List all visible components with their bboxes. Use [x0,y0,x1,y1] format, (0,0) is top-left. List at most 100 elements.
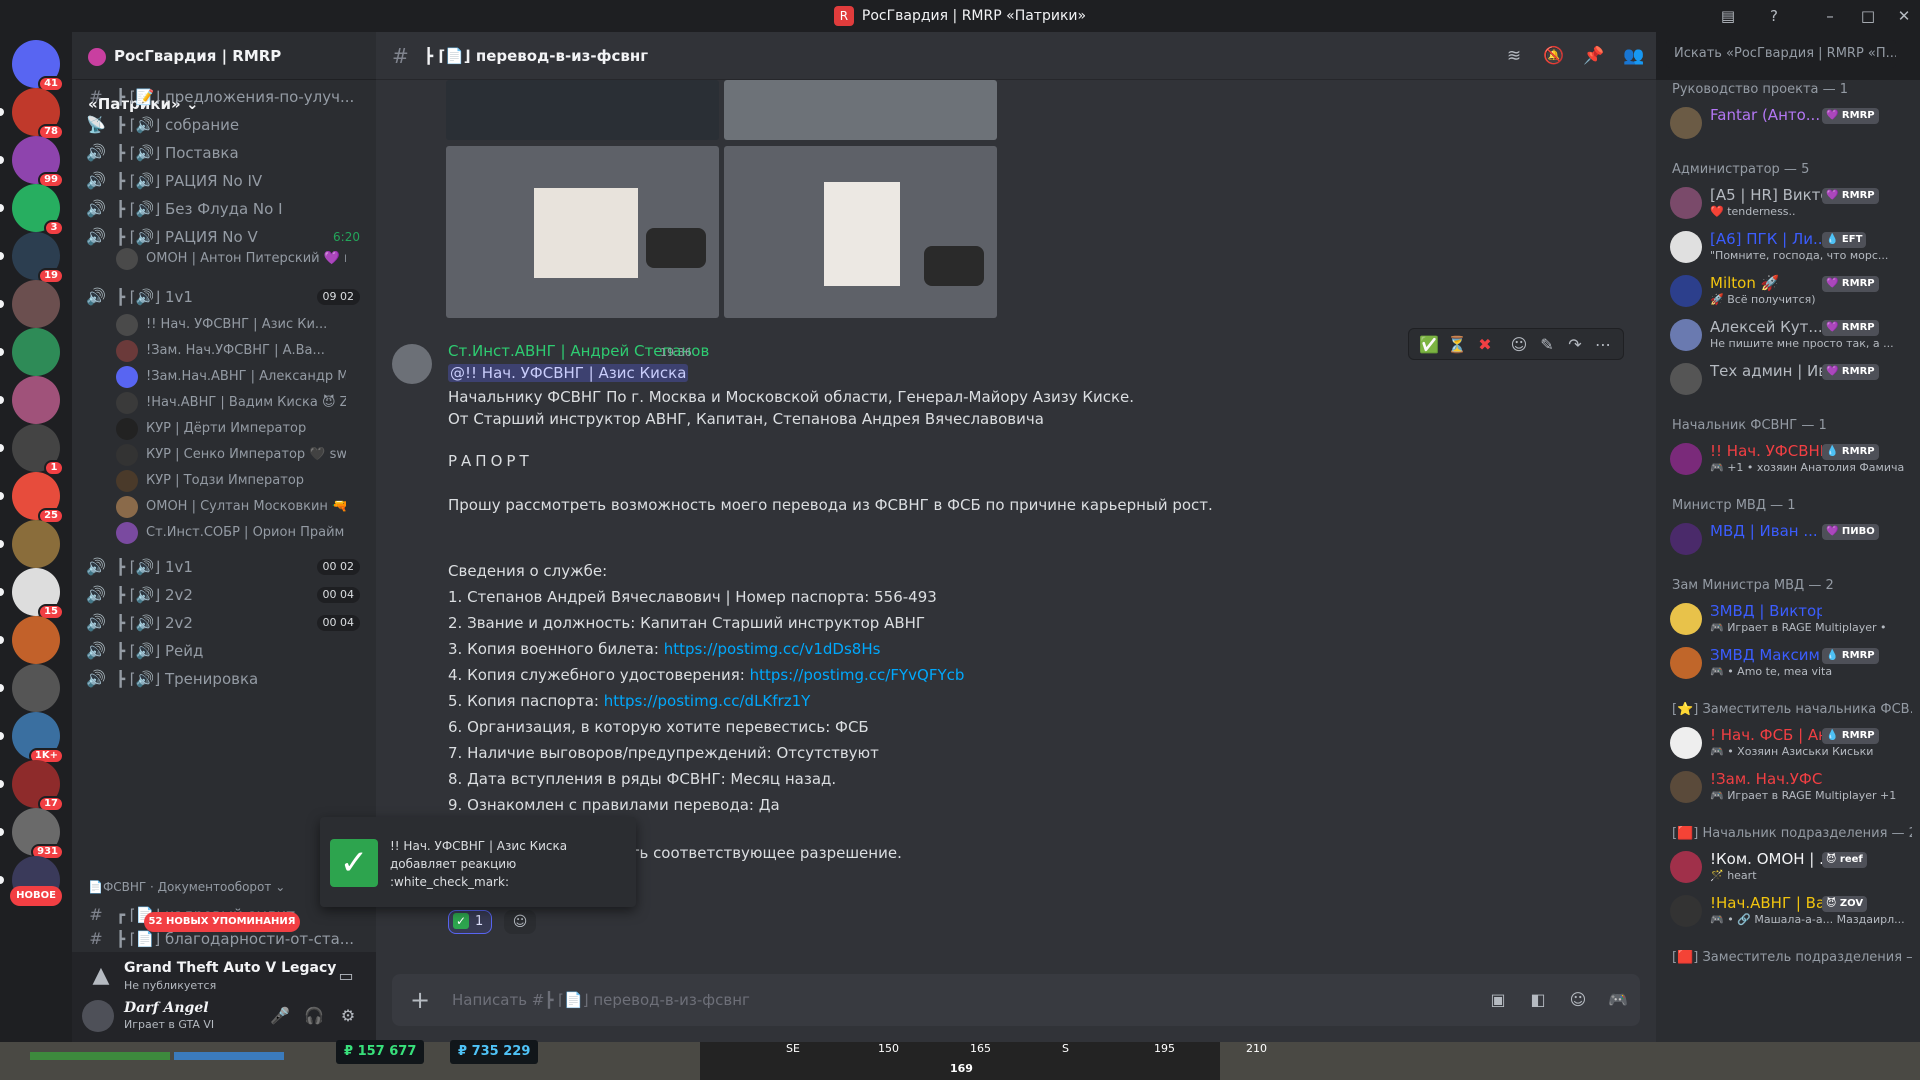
mute-bell-icon[interactable]: 🔕 [1542,44,1566,68]
unread-indicator [0,588,4,596]
unread-indicator [0,684,4,692]
add-reaction-icon[interactable]: ☺ [1507,333,1531,357]
member-item[interactable]: [A5 | HR] Викто...💜 RMRP ❤️ tenderness.. [1664,182,1912,224]
user-status: Играет в GTA VI [124,1018,215,1031]
member-item[interactable]: Fantar (Анто... 💜 RMRP [1664,102,1912,144]
server-icon[interactable]: 41 [12,40,64,92]
gif-icon[interactable]: ▣ [1486,988,1510,1012]
server-icon[interactable]: 78 [0,88,64,140]
member-item[interactable]: МВД | Иван ... 💜 ПИВО [1664,518,1912,560]
inbox-icon[interactable]: ▤ [1716,4,1740,28]
members-icon[interactable]: 👥 [1622,44,1646,68]
avatar [1670,363,1702,395]
server-header[interactable]: РосГвардия | RMRP «Патрики» ⌄ [72,32,376,113]
add-reaction-icon[interactable]: ☺ [504,910,536,934]
server-icon[interactable] [0,616,60,664]
close-icon[interactable]: ✕ [1892,4,1916,28]
channel-item[interactable]: 🔊 ┣ ⌈🔊⌋ Тренировка [80,662,368,696]
avatar[interactable] [392,344,432,384]
search-input[interactable]: Искать «РосГвардия | RMRP «П... [1666,40,1896,68]
member-item[interactable]: ! Нач. ФСБ | Ана...💧 RMRP🎮 • Хозяин Азис… [1664,722,1912,764]
member-item[interactable]: !Зам. Нач.УФСВНГ | А.Ва...🎮 Играет в RAG… [1664,766,1912,808]
cash-display: ₽ 157 677 [336,1040,425,1064]
reaction-notification[interactable]: ✓ !! Нач. УФСВНГ | Азис Киска добавляет р… [320,817,636,907]
member-item[interactable]: ЗМВД Максим ...💧 RMRP🎮 • Amo te, mea vit… [1664,642,1912,684]
avatar[interactable] [82,1000,114,1032]
cross-reaction-icon[interactable]: ✖ [1473,333,1497,357]
unread-indicator [0,876,4,884]
game-controller-icon[interactable]: 🎮 [1606,988,1630,1012]
speaker-icon: 🔊 [86,641,106,660]
member-item[interactable]: Milton 🚀 💜 RMRP 🚀 Всё получится) [1664,270,1912,312]
reaction-check[interactable]: ✓ 1 [448,910,492,934]
server-icon[interactable]: 1 [0,424,64,476]
link[interactable]: https://postimg.cc/v1dDs8Hs [664,640,881,658]
link[interactable]: https://postimg.cc/dLKfrz1Y [604,692,811,710]
server-icon[interactable]: 99 [0,136,64,188]
hourglass-icon[interactable]: ⏳ [1445,333,1469,357]
unread-indicator [0,732,4,740]
server-icon[interactable]: 19 [0,232,64,284]
compass-label: 210 [1246,1042,1267,1055]
armor-bar [174,1052,284,1060]
maximize-icon[interactable]: □ [1856,4,1880,28]
threads-icon[interactable]: ≋ [1502,44,1526,68]
screenshot-image[interactable] [446,80,719,140]
server-icon[interactable] [0,376,60,424]
server-icon[interactable] [0,280,60,328]
member-item[interactable]: !Ком. ОМОН | ... 😈 reef 🪄 heart [1664,846,1912,888]
check-reaction-icon[interactable]: ✅ [1417,333,1441,357]
screenshot-image[interactable] [446,146,719,318]
server-icon[interactable]: 17 [0,760,64,812]
more-icon[interactable]: ⋯ [1591,333,1615,357]
headphones-icon[interactable]: 🎧 [300,1004,328,1028]
hash-icon: # [89,87,103,106]
member-group-header: Администратор — 5 [1672,162,1810,177]
forward-icon[interactable]: ↷ [1563,333,1587,357]
voice-user[interactable]: Ст.Инст.СОБР | Орион Прайм 💜 [112,518,364,548]
microphone-icon[interactable]: 🎤 [266,1004,294,1028]
link[interactable]: https://postimg.cc/FYvQFYcb [750,666,965,684]
user-mention[interactable]: @!! Нач. УФСВНГ | Азис Киска [448,364,689,382]
minimize-icon[interactable]: – [1818,4,1842,28]
help-icon[interactable]: ? [1762,4,1786,28]
notification-emoji: :white_check_mark: [390,875,509,889]
new-mentions-pill[interactable]: 52 НОВЫХ УПОМИНАНИЯ [144,912,300,932]
plus-icon[interactable]: + [406,986,434,1014]
screenshot-image[interactable] [724,146,997,318]
message-text: 2. Звание и должность: Капитан Старший и… [448,614,926,632]
member-item[interactable]: !Нач.АВНГ | Вади...😈 ZOV🎮 • 🔗 Машала-а-а… [1664,890,1912,932]
message-text: 9. Ознакомлен с правилами перевода: Да [448,796,780,814]
member-item[interactable]: !! Нач. УФСВНГ | ...💧 RMRP🎮 +1 • хозяин … [1664,438,1912,480]
server-icon[interactable] [0,328,60,376]
server-icon[interactable]: 15 [0,568,64,620]
server-icon[interactable]: 1K+ [0,712,64,764]
server-icon[interactable] [0,664,60,712]
member-item[interactable]: Алексей Кут... 💜 RMRP Не пишите мне просто… [1664,314,1912,356]
member-name: [A5 | HR] Викто... [1710,186,1822,204]
voice-user[interactable]: ОМОН | Антон Питерский 💜 пиво [112,244,364,274]
unread-indicator [0,828,4,836]
server-icon[interactable]: 3 [0,184,64,236]
member-item[interactable]: ЗМВД | Виктор Флёров🎮 Играет в RAGE Mult… [1664,598,1912,640]
avatar [116,366,138,388]
screen-share-icon[interactable]: ▭ [332,964,360,988]
emoji-icon[interactable]: ☺ [1566,988,1590,1012]
channel-item[interactable]: 🔊 ┣ ⌈🔊⌋ 1v1 09 02 [80,280,368,314]
server-icon[interactable]: 25 [0,472,64,524]
sticker-icon[interactable]: ◧ [1526,988,1550,1012]
message-input[interactable]: Написать #┣ ⌈📄⌋ перевод-в-из-фсвнг [452,974,750,1026]
screenshot-image[interactable] [724,80,997,140]
new-servers-pill[interactable]: НОВОЕ [10,886,62,906]
server-icon[interactable]: 931 [0,808,64,860]
category-documents[interactable]: 📄ФСВНГ · Документооборот ⌄ [88,880,285,894]
server-icon[interactable] [0,520,60,568]
user-limit-badge: 00 04 [316,587,360,603]
member-item[interactable]: Тех админ | Ива...💜 RMRP [1664,358,1912,400]
gear-icon[interactable]: ⚙ [334,1004,362,1028]
message-text: Начальнику ФСВНГ По г. Москва и Московск… [448,388,1135,406]
edit-icon[interactable]: ✎ [1535,333,1559,357]
member-status: 🎮 • Хозяин Азиськи Киськи [1710,745,1874,758]
pin-icon[interactable]: 📌 [1582,44,1606,68]
member-item[interactable]: [A6] ПГК | Ли... 💧 EFT "Помните, господа, … [1664,226,1912,268]
